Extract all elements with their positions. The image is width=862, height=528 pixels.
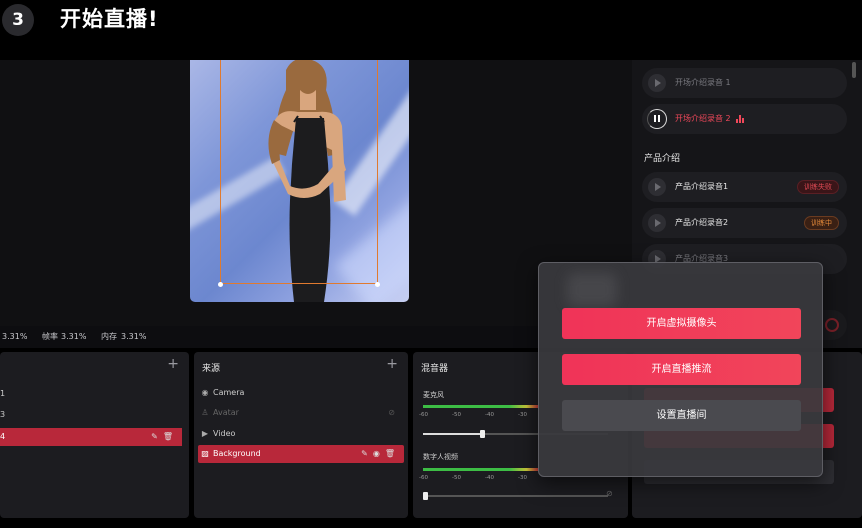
tick-label: -40 bbox=[485, 412, 494, 418]
record-icon[interactable] bbox=[825, 318, 839, 332]
row-actions: ✎🗑 bbox=[151, 428, 178, 446]
audio-meter bbox=[423, 405, 538, 408]
mute-icon[interactable]: ⊘ bbox=[606, 489, 613, 498]
start-stream-button[interactable]: 开启直播推流 bbox=[562, 354, 801, 385]
blurred-backdrop bbox=[567, 273, 617, 307]
edit-icon[interactable]: ✎ bbox=[151, 432, 163, 441]
video-icon: ▶ bbox=[201, 429, 209, 438]
hidden-eye-icon[interactable]: ⊘ bbox=[388, 404, 400, 422]
panel-title: 混音器 bbox=[421, 364, 449, 374]
row-actions: ✎◉🗑 bbox=[361, 445, 400, 463]
tick-label: -50 bbox=[452, 412, 461, 418]
source-item-background[interactable]: ▨ Background ✎◉🗑 bbox=[198, 445, 404, 463]
channel-label: 麦克风 bbox=[423, 391, 444, 399]
delete-icon[interactable]: 🗑 bbox=[385, 449, 400, 458]
play-icon[interactable] bbox=[648, 178, 666, 196]
source-label: Video bbox=[213, 429, 236, 438]
selection-box[interactable] bbox=[220, 60, 378, 284]
camera-icon: ◉ bbox=[201, 388, 209, 397]
eye-icon[interactable]: ◉ bbox=[373, 449, 385, 458]
intro-audio-item[interactable]: 开场介绍录音 1 bbox=[642, 68, 847, 98]
step-badge: 3 bbox=[2, 4, 34, 36]
source-item-camera[interactable]: ◉ Camera bbox=[198, 384, 404, 402]
source-item-avatar[interactable]: ♙ Avatar ⊘ bbox=[198, 404, 404, 422]
mem-value: 3.31% bbox=[121, 332, 147, 341]
scene-item-active[interactable]: 4 ✎🗑 bbox=[0, 428, 182, 446]
slider-fill bbox=[423, 433, 482, 435]
scenes-panel: + 1 3 4 ✎🗑 bbox=[0, 352, 189, 518]
resize-handle[interactable] bbox=[375, 282, 380, 287]
header: 3 开始直播! bbox=[0, 0, 862, 60]
scrollbar[interactable] bbox=[852, 62, 856, 78]
source-item-video[interactable]: ▶ Video bbox=[198, 425, 404, 443]
pause-icon[interactable] bbox=[647, 109, 667, 129]
tick-label: -30 bbox=[518, 475, 527, 481]
page-title: 开始直播! bbox=[60, 7, 159, 31]
audio-meter bbox=[423, 468, 538, 471]
user-icon: ♙ bbox=[201, 408, 209, 417]
sound-bars-icon bbox=[736, 115, 746, 123]
audio-label: 开场介绍录音 2 bbox=[675, 114, 731, 123]
play-icon[interactable] bbox=[648, 214, 666, 232]
source-label: Background bbox=[213, 449, 261, 458]
status-badge: 训练失败 bbox=[797, 180, 839, 194]
room-settings-button[interactable]: 设置直播间 bbox=[562, 400, 801, 431]
slider-knob[interactable] bbox=[423, 492, 428, 500]
tick-label: -60 bbox=[419, 475, 428, 481]
fps-value: 3.31% bbox=[61, 332, 87, 341]
scene-item[interactable]: 1 bbox=[0, 385, 182, 403]
product-audio-item[interactable]: 产品介绍录音1 训练失败 bbox=[642, 172, 847, 202]
sources-panel: 来源 + ◉ Camera ♙ Avatar ⊘ ▶ Video ▨ Backg… bbox=[194, 352, 408, 518]
mem-label: 内存 bbox=[101, 332, 117, 341]
panel-title: 来源 bbox=[202, 364, 221, 374]
edit-icon[interactable]: ✎ bbox=[361, 449, 373, 458]
fps-label: 帧率 bbox=[42, 332, 58, 341]
scene-label: 4 bbox=[0, 432, 6, 441]
audio-label: 开场介绍录音 1 bbox=[675, 78, 731, 87]
source-label: Avatar bbox=[213, 408, 239, 417]
slider-knob[interactable] bbox=[480, 430, 485, 438]
resize-handle[interactable] bbox=[218, 282, 223, 287]
add-scene-button[interactable]: + bbox=[167, 356, 179, 372]
section-title: 产品介绍 bbox=[644, 154, 681, 164]
channel-label: 数字人视频 bbox=[423, 453, 458, 461]
audio-label: 产品介绍录音1 bbox=[675, 182, 729, 191]
live-start-popup: 开启虚拟摄像头 开启直播推流 设置直播间 bbox=[538, 262, 823, 477]
product-audio-item[interactable]: 产品介绍录音2 训练中 bbox=[642, 208, 847, 238]
tick-label: -60 bbox=[419, 412, 428, 418]
tick-label: -40 bbox=[485, 475, 494, 481]
status-badge: 训练中 bbox=[804, 216, 839, 230]
scene-item[interactable]: 3 bbox=[0, 406, 182, 424]
virtual-camera-button[interactable]: 开启虚拟摄像头 bbox=[562, 308, 801, 339]
add-source-button[interactable]: + bbox=[386, 356, 398, 372]
cpu-value: 3.31% bbox=[2, 332, 28, 341]
volume-slider[interactable] bbox=[423, 492, 608, 500]
source-label: Camera bbox=[213, 388, 245, 397]
intro-audio-item[interactable]: 开场介绍录音 2 bbox=[642, 104, 847, 134]
tick-label: -30 bbox=[518, 412, 527, 418]
delete-icon[interactable]: 🗑 bbox=[163, 432, 178, 441]
background-icon: ▨ bbox=[201, 449, 209, 458]
play-icon[interactable] bbox=[648, 74, 666, 92]
audio-label: 产品介绍录音2 bbox=[675, 218, 729, 227]
tick-label: -50 bbox=[452, 475, 461, 481]
